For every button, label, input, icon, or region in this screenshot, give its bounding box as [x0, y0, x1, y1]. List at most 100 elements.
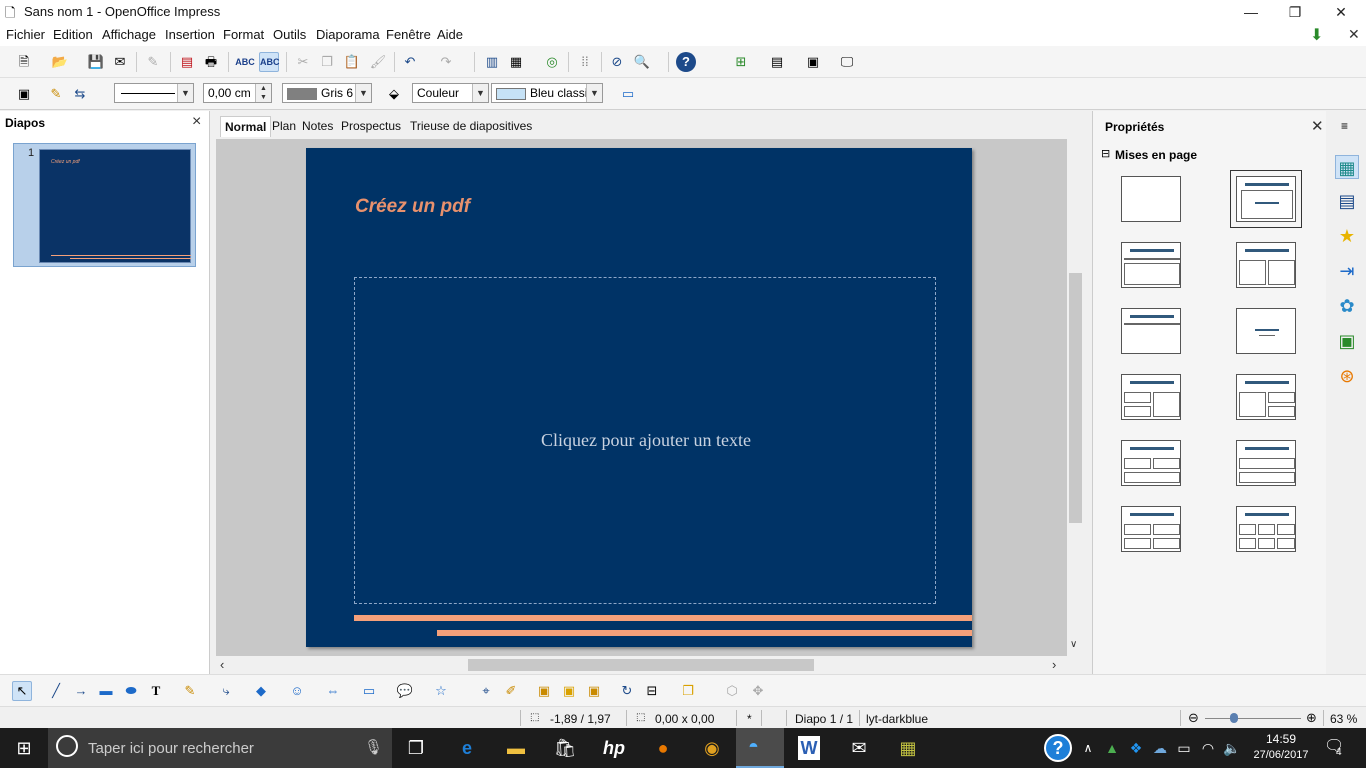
file-explorer-icon[interactable]: ▬: [504, 736, 528, 760]
gallery-toolbar-icon[interactable]: ▣: [584, 681, 604, 701]
layout-blank[interactable]: [1121, 176, 1181, 222]
edit-file-icon[interactable]: ✎: [143, 52, 163, 72]
export-pdf-icon[interactable]: ▤: [177, 52, 197, 72]
app-tile-icon[interactable]: ▦: [896, 736, 920, 760]
callouts-icon[interactable]: 💬: [395, 681, 415, 701]
from-file-icon[interactable]: ▣: [559, 681, 579, 701]
slideshow-icon[interactable]: 🖵: [837, 52, 857, 72]
extrusion-icon[interactable]: ⬡: [722, 681, 742, 701]
layout-title-only-2[interactable]: [1121, 308, 1181, 354]
layout-title-two-content-right[interactable]: [1236, 374, 1296, 420]
block-arrows-icon[interactable]: ⇔: [323, 681, 343, 701]
points-icon[interactable]: ⌖: [476, 681, 496, 701]
symbol-shapes-icon[interactable]: ☺: [287, 681, 307, 701]
vertical-scrollbar[interactable]: ∨: [1067, 139, 1084, 656]
taskbar-search[interactable]: Taper ici pour rechercher 🎙: [48, 728, 392, 768]
master-pages-icon[interactable]: ▤: [1335, 189, 1359, 213]
styles-deck-icon[interactable]: ✿: [1335, 294, 1359, 318]
menu-outils[interactable]: Outils: [273, 27, 306, 42]
layout-title-content-over-content[interactable]: [1121, 440, 1181, 486]
openoffice-taskbar-item[interactable]: ◓: [736, 728, 784, 768]
modified-indicator[interactable]: *: [747, 712, 752, 726]
horizontal-scroll-thumb[interactable]: [468, 659, 814, 671]
layout-title-two-content-left[interactable]: [1121, 374, 1181, 420]
draw-ellipse-icon[interactable]: ⬬: [121, 681, 141, 701]
close-document-icon[interactable]: ✕: [1348, 26, 1360, 43]
layout-title-content[interactable]: [1121, 242, 1181, 288]
basic-shapes-icon[interactable]: ◆: [251, 681, 271, 701]
slide-thumbnail-1[interactable]: 1 Créez un pdf: [13, 143, 196, 267]
layout-title-two-content[interactable]: [1236, 242, 1296, 288]
layout-title-only[interactable]: [1230, 170, 1302, 228]
slide-transition-icon[interactable]: ⇥: [1335, 259, 1359, 283]
fontwork-icon[interactable]: ◎: [542, 52, 562, 72]
microphone-icon[interactable]: 🎙: [364, 738, 383, 756]
grid-icon[interactable]: ⁞⁞: [575, 52, 595, 72]
minimize-button[interactable]: —: [1228, 2, 1274, 22]
arrange-icon[interactable]: ❐: [678, 681, 698, 701]
tab-normal[interactable]: Normal: [220, 116, 272, 137]
layout-title-six-content[interactable]: [1236, 506, 1296, 552]
zoom-level[interactable]: 63 %: [1330, 712, 1357, 726]
menu-affichage[interactable]: Affichage: [102, 27, 156, 42]
layout-centered-text[interactable]: [1236, 308, 1296, 354]
scroll-left-icon[interactable]: ‹: [220, 657, 224, 672]
undo-icon[interactable]: ↶: [400, 52, 420, 72]
zoom-in-icon[interactable]: ⊕: [1306, 710, 1317, 726]
draw-arrow-icon[interactable]: →: [71, 681, 91, 701]
alignment-icon[interactable]: ⊟: [642, 681, 662, 701]
volume-tray-icon[interactable]: 🔈: [1220, 736, 1244, 760]
drive-tray-icon[interactable]: ▲: [1100, 736, 1124, 760]
tab-plan[interactable]: Plan: [268, 116, 300, 137]
zoom-slider[interactable]: [1205, 718, 1301, 719]
slide[interactable]: Créez un pdf Cliquez pour ajouter un tex…: [306, 148, 972, 647]
word-icon[interactable]: W: [798, 736, 820, 760]
menu-format[interactable]: Format: [223, 27, 264, 42]
slides-panel-close-icon[interactable]: ×: [192, 113, 201, 131]
help-tray-icon[interactable]: ?: [1044, 734, 1072, 762]
menu-edition[interactable]: Edition: [53, 27, 93, 42]
copy-icon[interactable]: ❐: [317, 52, 337, 72]
sidebar-menu-icon[interactable]: ≡: [1341, 119, 1348, 133]
scroll-down-icon[interactable]: ∨: [1070, 639, 1077, 650]
line-style-select[interactable]: ▼: [114, 83, 194, 103]
arrow-style-icon[interactable]: ⇆: [70, 84, 90, 104]
collapse-icon[interactable]: ⊟: [1101, 147, 1110, 160]
task-view-icon[interactable]: ❐: [404, 736, 428, 760]
clock-time[interactable]: 14:59: [1248, 732, 1314, 746]
maximize-button[interactable]: ❐: [1272, 2, 1318, 22]
new-document-icon[interactable]: 🗎: [14, 52, 34, 72]
clone-format-icon[interactable]: 🖌: [368, 52, 388, 72]
fontwork-gallery-icon[interactable]: ▣: [534, 681, 554, 701]
text-icon[interactable]: T: [146, 681, 166, 701]
wifi-tray-icon[interactable]: ◠: [1196, 736, 1220, 760]
layout-title-four-content[interactable]: [1121, 506, 1181, 552]
menu-diaporama[interactable]: Diaporama: [316, 27, 380, 42]
zoom-slider-handle[interactable]: [1230, 713, 1238, 723]
line-width-field[interactable]: 0,00 cm ▲ ▼: [203, 83, 272, 103]
effects-icon[interactable]: ✥: [748, 681, 768, 701]
tray-expand-icon[interactable]: ∧: [1076, 736, 1100, 760]
menu-insertion[interactable]: Insertion: [165, 27, 215, 42]
open-folder-icon[interactable]: 📂: [50, 52, 70, 72]
glue-points-icon[interactable]: ✐: [501, 681, 521, 701]
draw-rectangle-icon[interactable]: ▬: [96, 681, 116, 701]
slide-design-icon[interactable]: ▣: [803, 52, 823, 72]
content-placeholder[interactable]: Cliquez pour ajouter un texte: [354, 277, 936, 604]
close-button[interactable]: ✕: [1318, 2, 1364, 22]
battery-tray-icon[interactable]: ▭: [1172, 736, 1196, 760]
spellcheck-icon[interactable]: ABC: [235, 52, 255, 72]
redo-icon[interactable]: ↷: [436, 52, 456, 72]
menu-fenetre[interactable]: Fenêtre: [386, 27, 431, 42]
table-icon[interactable]: ▦: [506, 52, 526, 72]
store-icon[interactable]: 🛍: [553, 736, 577, 760]
line-icon[interactable]: ✎: [46, 84, 66, 104]
line-color-select[interactable]: Gris 6 ▼: [282, 83, 372, 103]
shadow-icon[interactable]: ▭: [618, 84, 638, 104]
connector-icon[interactable]: ⤷: [216, 681, 236, 701]
properties-deck-icon[interactable]: ▦: [1335, 155, 1359, 179]
print-icon[interactable]: 🖶: [201, 52, 221, 72]
vertical-scroll-thumb[interactable]: [1069, 273, 1082, 523]
area-style-select[interactable]: Couleur ▼: [412, 83, 489, 103]
paste-icon[interactable]: 📋: [342, 52, 362, 72]
